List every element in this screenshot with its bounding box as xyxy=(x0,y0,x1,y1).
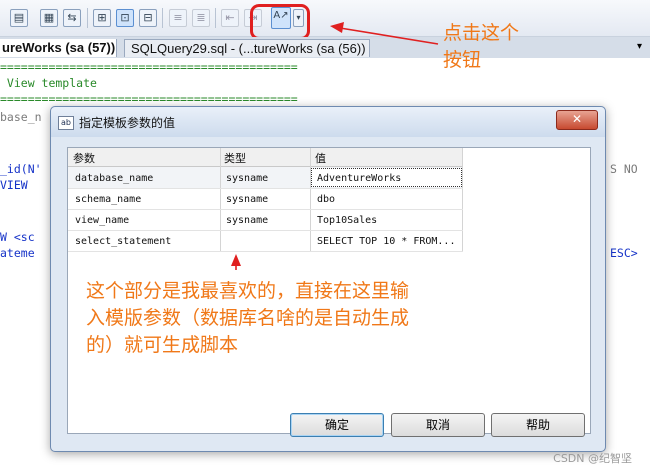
param-value-field[interactable]: Top10Sales xyxy=(317,215,377,226)
code-line: ========================================… xyxy=(0,60,298,74)
comment-icon[interactable]: ≡ xyxy=(169,9,187,27)
close-button[interactable]: ✕ xyxy=(556,110,598,130)
code-fragment: ESC> xyxy=(610,246,638,260)
param-value-field[interactable]: dbo xyxy=(317,194,335,205)
annotation-favorite-part: 这个部分是我最喜欢的，直接在这里输 入模版参数（数据库名啥的是自动生成 的）就可… xyxy=(86,280,410,356)
code-fragment: S NO xyxy=(610,162,638,176)
include-plan-icon[interactable]: ⊡ xyxy=(116,9,134,27)
uncomment-icon[interactable]: ≣ xyxy=(192,9,210,27)
code-line: ========================================… xyxy=(0,92,298,106)
watermark: CSDN @纪智坚 xyxy=(553,452,632,465)
code-line: base_n xyxy=(0,110,42,124)
results-to-text-icon[interactable]: ▦ xyxy=(40,9,58,27)
param-name: view_name xyxy=(75,215,130,226)
param-type: sysname xyxy=(226,215,269,226)
results-to-grid-icon[interactable]: ▤ xyxy=(10,9,28,27)
decrease-indent-icon[interactable]: ⇤ xyxy=(221,9,239,27)
code-line: ateme xyxy=(0,246,35,260)
param-type: sysname xyxy=(226,173,269,184)
template-icon: ab xyxy=(58,116,74,130)
param-type: sysname xyxy=(226,194,269,205)
tab-adventureworks-query[interactable]: ureWorks (sa (57)) xyxy=(0,39,117,57)
tab-menu-icon[interactable]: ▾ xyxy=(637,41,642,52)
dialog-title-bar[interactable]: ab 指定模板参数的值 ✕ xyxy=(51,107,605,137)
template-button-highlight xyxy=(250,4,310,40)
column-header-parameter[interactable]: 参数 xyxy=(73,150,95,166)
query-toolbar: ▤ ▦ ⇆ ⊞ ⊡ ⊟ ≡ ≣ ⇤ ⇥ A↗ ▾ xyxy=(0,0,650,37)
grid-header: 参数 类型 值 xyxy=(68,148,463,167)
results-to-file-icon[interactable]: ⇆ xyxy=(63,9,81,27)
param-value-field[interactable]: SELECT TOP 10 * FROM... xyxy=(317,236,455,247)
code-line: View template xyxy=(0,76,97,90)
column-header-type[interactable]: 类型 xyxy=(224,150,246,166)
param-name: schema_name xyxy=(75,194,142,205)
param-name: database_name xyxy=(75,173,154,184)
code-line: _id(N' xyxy=(0,162,42,176)
cancel-button[interactable]: 取消 xyxy=(391,413,485,437)
tab-sqlquery29[interactable]: SQLQuery29.sql - (...tureWorks (sa (56)) xyxy=(124,39,370,57)
annotation-click-button: 点击这个 按钮 xyxy=(443,22,520,71)
help-button[interactable]: 帮助 xyxy=(491,413,585,437)
code-line: W <sc xyxy=(0,230,35,244)
column-header-value[interactable]: 值 xyxy=(315,150,326,166)
param-name: select_statement xyxy=(75,236,172,247)
dialog-title: 指定模板参数的值 xyxy=(79,116,176,130)
ok-button[interactable]: 确定 xyxy=(290,413,384,437)
client-stats-icon[interactable]: ⊟ xyxy=(139,9,157,27)
display-plan-icon[interactable]: ⊞ xyxy=(93,9,111,27)
document-tab-bar: ureWorks (sa (57)) SQLQuery29.sql - (...… xyxy=(0,37,650,59)
param-value-field[interactable]: AdventureWorks xyxy=(317,173,401,184)
code-line: VIEW xyxy=(0,178,35,192)
